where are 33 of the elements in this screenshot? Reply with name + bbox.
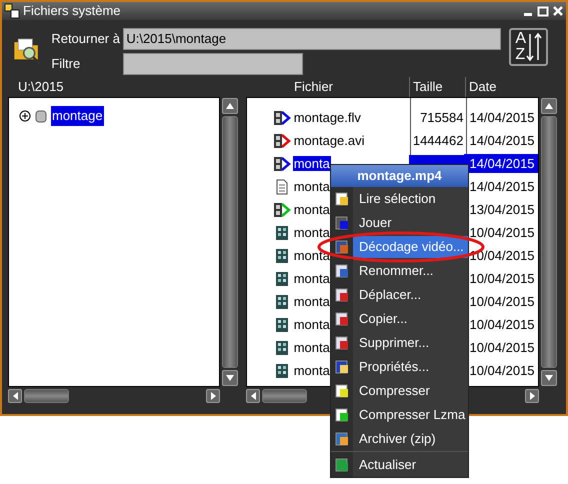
- file-date: 10/04/2015: [468, 362, 536, 380]
- sort-letter: A: [515, 31, 526, 47]
- file-size: 1444462: [412, 132, 464, 150]
- file-date: 14/04/2015: [468, 108, 536, 127]
- file-date: 14/04/2015: [464, 154, 538, 174]
- file-date: 10/04/2015: [468, 224, 536, 242]
- return-label: Retourner à: [51, 30, 121, 48]
- file-name: montage.flv: [292, 110, 362, 125]
- tree-path: U:\2015: [17, 78, 65, 96]
- file-size: 715584: [419, 108, 464, 127]
- file-date: 10/04/2015: [468, 338, 536, 357]
- file-name: monta: [292, 248, 331, 263]
- file-name: monta: [292, 270, 331, 286]
- file-date: 14/04/2015: [468, 178, 536, 196]
- menu-title: montage.mp4: [331, 165, 468, 187]
- file-name: monta: [292, 340, 331, 355]
- file-date: 10/04/2015: [468, 246, 536, 265]
- file-name: montage.avi: [292, 132, 366, 148]
- file-date: 14/04/2015: [468, 132, 536, 150]
- file-date: 10/04/2015: [468, 316, 536, 334]
- file-date: 10/04/2015: [468, 270, 536, 288]
- file-name: monta: [292, 202, 331, 217]
- file-name: monta: [292, 224, 331, 240]
- file-name: monta: [292, 316, 331, 332]
- file-name: monta: [292, 362, 331, 378]
- file-name: monta: [292, 156, 331, 171]
- file-date: 13/04/2015: [468, 200, 536, 219]
- sort-letter: Z: [515, 47, 526, 63]
- file-name: monta: [292, 294, 331, 309]
- window-title: Fichiers système: [23, 2, 122, 20]
- filter-label: Filtre: [51, 55, 82, 74]
- file-date: 10/04/2015: [468, 292, 536, 311]
- file-name: monta: [292, 178, 331, 194]
